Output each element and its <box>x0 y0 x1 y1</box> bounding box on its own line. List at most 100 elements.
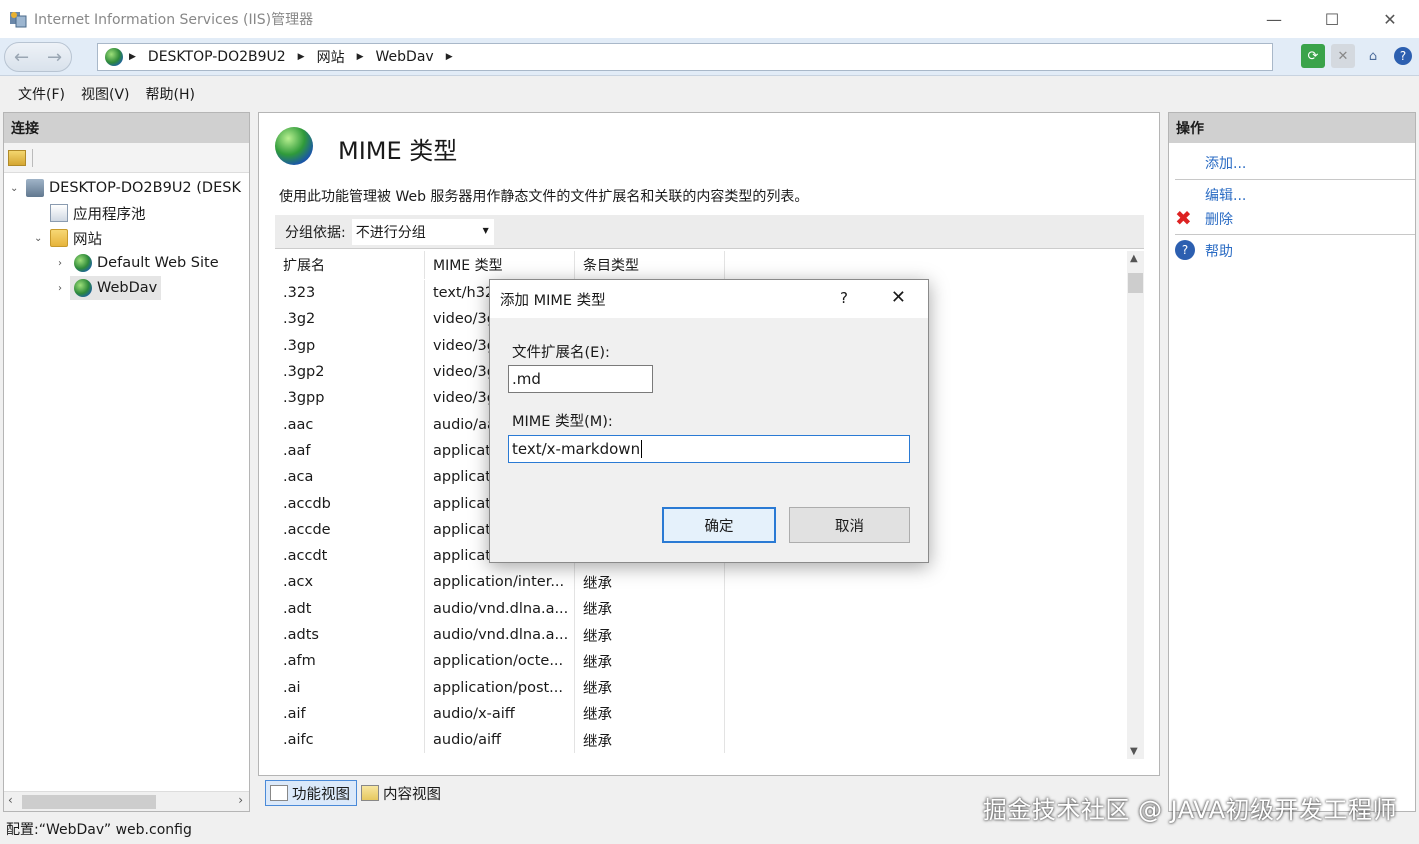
back-arrow-icon[interactable]: ← <box>14 47 29 68</box>
cell-extension: .aifc <box>275 727 425 754</box>
menu-help[interactable]: 帮助(H) <box>146 84 195 104</box>
breadcrumb-arrow-icon[interactable]: ▶ <box>129 52 136 62</box>
cell-extension: .ai <box>275 674 425 701</box>
ok-button[interactable]: 确定 <box>662 507 776 543</box>
stop-icon[interactable]: ✕ <box>1331 44 1355 68</box>
dialog-title-bar: 添加 MIME 类型 ? ✕ <box>490 280 928 318</box>
cell-extension: .aif <box>275 700 425 728</box>
tab-features-view[interactable]: 功能视图 <box>265 780 357 806</box>
mime-type-field[interactable]: text/x-markdown <box>508 435 910 463</box>
maximize-button[interactable]: ☐ <box>1303 0 1361 38</box>
expand-chevron-icon[interactable]: › <box>58 283 70 294</box>
table-row[interactable]: .adt audio/vnd.dlna.a... 继承 <box>275 595 725 622</box>
tree-node-label: DESKTOP-DO2B9U2 (DESK <box>49 180 241 196</box>
column-header-entry-type[interactable]: 条目类型 <box>575 251 725 279</box>
cancel-button[interactable]: 取消 <box>789 507 910 543</box>
address-bar: ← → ▶ DESKTOP-DO2B9U2 ▶ 网站 ▶ WebDav ▶ ⟳ … <box>0 38 1419 76</box>
collapse-chevron-icon[interactable]: ⌄ <box>10 183 22 194</box>
connect-icon[interactable] <box>8 149 26 166</box>
menu-bar: 文件(F) 视图(V) 帮助(H) <box>0 77 1419 111</box>
cell-extension: .adt <box>275 595 425 622</box>
scrollbar-thumb[interactable] <box>1128 273 1143 293</box>
action-delete[interactable]: 删除 <box>1205 209 1233 229</box>
scroll-down-icon[interactable]: ▼ <box>1130 746 1138 757</box>
tree-node-sites[interactable]: ⌄ 网站 <box>34 226 102 250</box>
connections-header: 连接 <box>4 113 249 143</box>
table-row[interactable]: .acx application/inter... 继承 <box>275 569 725 596</box>
scroll-left-icon[interactable]: ‹ <box>8 793 13 807</box>
cell-mime-type: application/inter... <box>425 569 575 596</box>
close-button[interactable]: ✕ <box>1361 0 1419 38</box>
action-add[interactable]: 添加... <box>1205 153 1246 173</box>
menu-file[interactable]: 文件(F) <box>18 84 65 104</box>
cell-mime-type: audio/vnd.dlna.a... <box>425 595 575 622</box>
cell-entry-type: 继承 <box>575 648 725 675</box>
divider <box>1175 179 1415 180</box>
dialog-close-button[interactable]: ✕ <box>891 287 906 308</box>
breadcrumb-webdav[interactable]: WebDav <box>376 49 434 65</box>
delete-icon: ✖ <box>1175 206 1192 230</box>
vertical-scrollbar[interactable]: ▲ ▼ <box>1127 251 1144 759</box>
breadcrumb-server[interactable]: DESKTOP-DO2B9U2 <box>148 49 286 65</box>
table-row[interactable]: .adts audio/vnd.dlna.a... 继承 <box>275 621 725 649</box>
tree-node-app-pools[interactable]: 应用程序池 <box>34 201 146 225</box>
cell-extension: .adts <box>275 621 425 649</box>
horizontal-scrollbar[interactable]: ‹ › <box>4 791 249 811</box>
collapse-chevron-icon[interactable]: ⌄ <box>34 233 46 244</box>
home-icon[interactable]: ⌂ <box>1361 44 1385 68</box>
dialog-help-button[interactable]: ? <box>840 289 848 307</box>
table-row[interactable]: .aifc audio/aiff 继承 <box>275 727 725 754</box>
tree-node-default-web-site[interactable]: › Default Web Site <box>58 251 219 275</box>
refresh-icon[interactable]: ⟳ <box>1301 44 1325 68</box>
breadcrumb[interactable]: ▶ DESKTOP-DO2B9U2 ▶ 网站 ▶ WebDav ▶ <box>97 43 1273 71</box>
cell-entry-type: 继承 <box>575 674 725 701</box>
view-tabs: 功能视图 内容视图 <box>265 780 447 806</box>
group-by-select[interactable]: 不进行分组 ▼ <box>351 218 494 245</box>
cell-mime-type: audio/x-aiff <box>425 700 575 728</box>
dialog-title: 添加 MIME 类型 <box>500 292 606 309</box>
cell-extension: .afm <box>275 648 425 675</box>
menu-view[interactable]: 视图(V) <box>81 84 130 104</box>
globe-icon <box>74 279 92 297</box>
cell-extension: .3gpp <box>275 385 425 412</box>
table-row[interactable]: .afm application/octe... 继承 <box>275 648 725 675</box>
table-row[interactable]: .ai application/post... 继承 <box>275 674 725 701</box>
breadcrumb-arrow-icon[interactable]: ▶ <box>298 52 305 62</box>
breadcrumb-sites[interactable]: 网站 <box>317 47 345 67</box>
forward-arrow-icon[interactable]: → <box>47 47 62 68</box>
features-view-icon <box>270 785 288 801</box>
connections-toolbar <box>4 143 249 173</box>
cell-extension: .3g2 <box>275 306 425 333</box>
expand-chevron-icon[interactable]: › <box>58 258 70 269</box>
group-by-label: 分组依据: <box>285 224 346 241</box>
cell-extension: .aaf <box>275 437 425 465</box>
action-edit[interactable]: 编辑... <box>1205 185 1246 205</box>
action-help[interactable]: 帮助 <box>1205 241 1233 261</box>
extension-field[interactable]: .md <box>508 365 653 393</box>
breadcrumb-arrow-icon[interactable]: ▶ <box>357 52 364 62</box>
scrollbar-thumb[interactable] <box>22 795 156 809</box>
tab-content-view[interactable]: 内容视图 <box>357 780 447 806</box>
add-mime-type-dialog: 添加 MIME 类型 ? ✕ 文件扩展名(E): .md MIME 类型(M):… <box>489 279 929 563</box>
scroll-up-icon[interactable]: ▲ <box>1130 253 1138 264</box>
tree-node-webdav[interactable]: › WebDav <box>58 276 162 300</box>
cell-entry-type: 继承 <box>575 700 725 728</box>
table-row[interactable]: .aif audio/x-aiff 继承 <box>275 700 725 728</box>
minimize-button[interactable]: — <box>1245 0 1303 38</box>
title-bar: Internet Information Services (IIS)管理器 —… <box>0 0 1419 38</box>
mime-type-value: text/x-markdown <box>512 440 641 458</box>
connections-pane: 连接 ⌄ DESKTOP-DO2B9U2 (DESK 应用程序池 ⌄ 网站 › … <box>3 112 250 812</box>
tree-node-server[interactable]: ⌄ DESKTOP-DO2B9U2 (DESK <box>10 176 241 200</box>
actions-pane: 操作 添加... 编辑... ✖ 删除 ? 帮助 <box>1168 112 1416 812</box>
column-header-mime-type[interactable]: MIME 类型 <box>425 251 575 279</box>
cell-extension: .accdt <box>275 542 425 570</box>
help-icon[interactable]: ? <box>1391 44 1415 68</box>
cell-extension: .acx <box>275 569 425 596</box>
group-by-bar: 分组依据: 不进行分组 ▼ <box>275 215 1144 249</box>
cell-entry-type: 继承 <box>575 569 725 596</box>
breadcrumb-arrow-icon[interactable]: ▶ <box>446 52 453 62</box>
column-header-extension[interactable]: 扩展名 <box>275 251 425 279</box>
tree-node-label: Default Web Site <box>97 255 219 271</box>
status-text: 配置:“WebDav” web.config <box>6 822 192 838</box>
scroll-right-icon[interactable]: › <box>238 793 243 807</box>
